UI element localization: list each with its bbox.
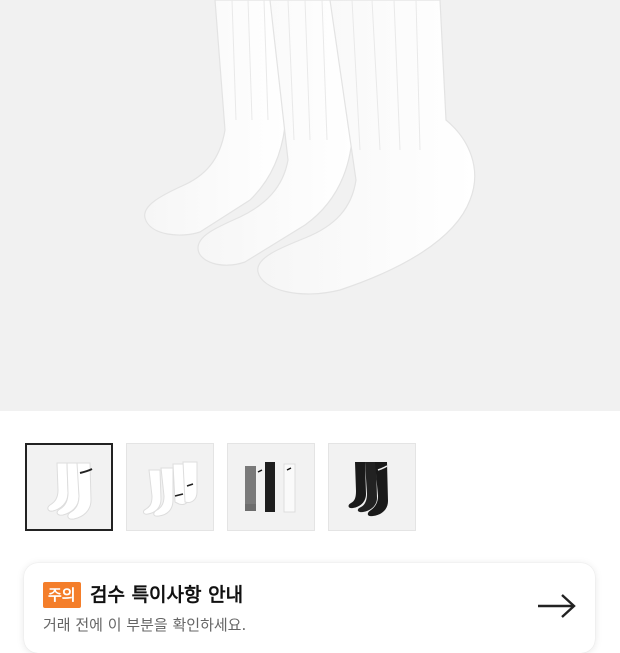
white-socks-illustration: [144, 0, 476, 295]
warning-badge: 주의: [43, 582, 81, 608]
notice-subtitle: 거래 전에 이 부분을 확인하세요.: [43, 616, 247, 634]
inspection-notice-card[interactable]: 주의 검수 특이사항 안내 거래 전에 이 부분을 확인하세요.: [24, 563, 595, 653]
thumbnail-4[interactable]: [328, 443, 416, 531]
thumbnail-3[interactable]: [227, 443, 315, 531]
product-main-image: [0, 0, 620, 411]
white-socks-side-thumb-icon: [143, 461, 198, 517]
multicolor-socks-thumb-icon: [245, 462, 296, 513]
black-socks-thumb-icon: [348, 462, 388, 517]
white-socks-thumb-icon: [47, 462, 93, 520]
thumbnail-1[interactable]: [25, 443, 113, 531]
thumbnail-2[interactable]: [126, 443, 214, 531]
notice-title: 검수 특이사항 안내: [90, 584, 244, 606]
arrow-right-icon[interactable]: [537, 593, 577, 619]
